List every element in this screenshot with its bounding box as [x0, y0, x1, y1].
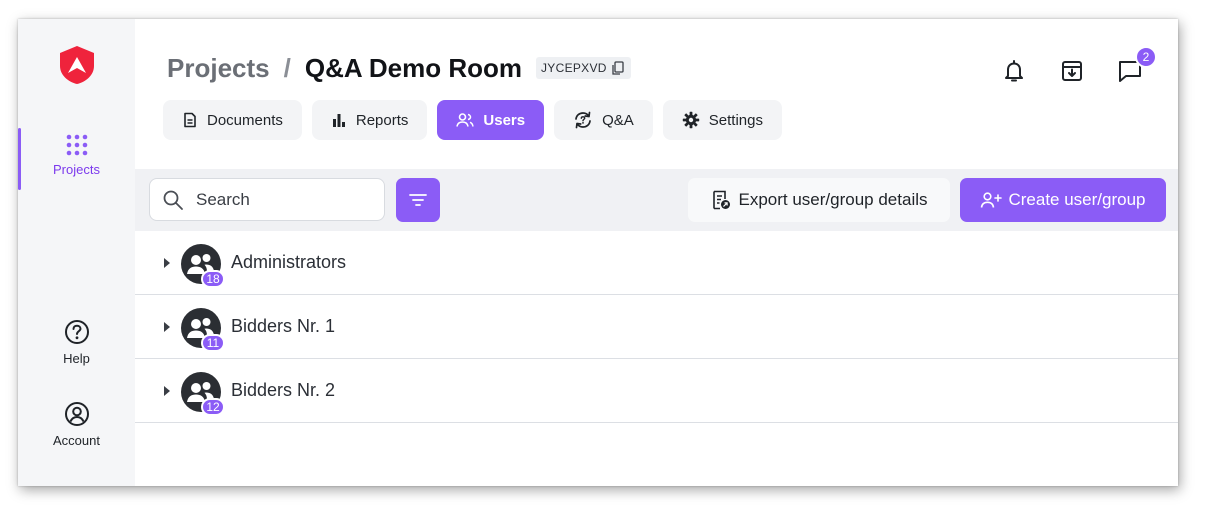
app-window: Projects Help Account Projects / Q&A Dem…: [18, 19, 1178, 486]
room-code-badge[interactable]: JYCEPXVD: [536, 57, 631, 79]
app-logo[interactable]: [56, 44, 98, 86]
member-count-badge: 11: [201, 334, 225, 352]
group-name: Bidders Nr. 1: [231, 316, 336, 336]
search-input[interactable]: [194, 188, 368, 211]
tab-reports[interactable]: Reports: [311, 100, 428, 140]
archive-download-icon: [1062, 61, 1082, 81]
account-icon: [64, 402, 89, 426]
group-name: Bidders Nr. 2: [231, 380, 336, 400]
gear-icon: [682, 111, 699, 129]
qa-refresh-icon: [575, 111, 591, 129]
grid-dots-icon: [66, 134, 87, 156]
group-row-bidders-1[interactable]: 11 Bidders Nr. 1: [135, 295, 1178, 359]
group-row-administrators[interactable]: 18 Administrators: [135, 231, 1178, 295]
create-button-label: Create user/group: [1008, 190, 1146, 209]
bar-chart-icon: [332, 114, 345, 127]
nav-projects[interactable]: Projects: [18, 128, 135, 190]
create-user-group-button[interactable]: Create user/group: [960, 178, 1166, 222]
tab-users[interactable]: Users: [437, 100, 545, 140]
tab-settings[interactable]: Settings: [662, 100, 782, 140]
export-button-label: Export user/group details: [738, 190, 928, 209]
nav-account[interactable]: Account: [18, 401, 135, 448]
tab-documents-label: Documents: [207, 111, 283, 129]
header-actions: 2: [998, 46, 1157, 87]
expand-caret-icon[interactable]: [164, 386, 170, 396]
active-indicator: [18, 128, 21, 190]
document-icon: [184, 112, 196, 128]
room-code: JYCEPXVD: [541, 61, 607, 75]
filter-icon: [409, 194, 427, 206]
export-user-group-details-button[interactable]: Export user/group details: [688, 178, 950, 222]
nav-account-label: Account: [53, 433, 100, 448]
tab-qa[interactable]: Q&A: [554, 100, 653, 140]
group-name: Administrators: [231, 252, 347, 272]
search-icon: [163, 190, 183, 210]
page-title: Q&A Demo Room: [304, 52, 522, 83]
nav-help[interactable]: Help: [18, 319, 135, 366]
bell-icon: [1005, 60, 1023, 82]
left-nav: Projects Help Account: [18, 19, 135, 486]
nav-help-label: Help: [63, 351, 90, 366]
tab-reports-label: Reports: [355, 111, 409, 129]
expand-caret-icon[interactable]: [164, 258, 170, 268]
add-user-icon: [981, 192, 1003, 208]
breadcrumb: Projects / Q&A Demo Room JYCEPXVD: [167, 51, 631, 85]
member-count-badge: 18: [201, 270, 225, 288]
export-report-icon: [712, 190, 730, 210]
search-box[interactable]: [149, 178, 385, 221]
tab-bar: Documents Reports Users Q&A Settings: [163, 100, 782, 140]
tab-documents[interactable]: Documents: [163, 100, 302, 140]
messages-count-badge: 2: [1135, 46, 1157, 68]
filter-button[interactable]: [396, 178, 440, 222]
tab-users-label: Users: [483, 111, 526, 129]
tab-settings-label: Settings: [708, 111, 763, 129]
nav-projects-label: Projects: [53, 162, 100, 177]
breadcrumb-separator: /: [283, 52, 291, 83]
help-icon: [64, 320, 89, 344]
tab-qa-label: Q&A: [602, 111, 634, 129]
messages-button[interactable]: 2: [1114, 46, 1157, 87]
member-count-badge: 12: [201, 398, 225, 416]
notifications-button[interactable]: [998, 55, 1030, 87]
expand-caret-icon[interactable]: [164, 322, 170, 332]
breadcrumb-projects-link[interactable]: Projects: [167, 53, 270, 84]
copy-icon[interactable]: [611, 61, 625, 75]
group-list: 18 Administrators 11 Bidders Nr. 1 12 Bi…: [135, 231, 1178, 423]
group-row-bidders-2[interactable]: 12 Bidders Nr. 2: [135, 359, 1178, 423]
downloads-button[interactable]: [1056, 55, 1088, 87]
users-toolbar: Export user/group details Create user/gr…: [135, 169, 1178, 231]
users-icon: [456, 113, 475, 127]
